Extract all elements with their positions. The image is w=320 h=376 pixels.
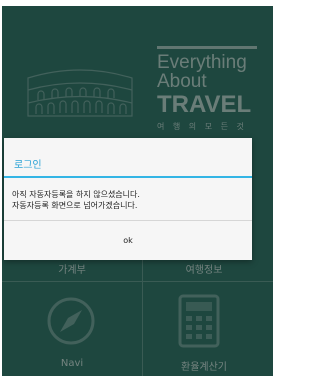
dialog-title-divider xyxy=(4,176,252,178)
dialog-message-line-1: 아직 자동자등록을 하지 않으셨습니다. xyxy=(12,190,140,199)
login-dialog: 로그인 아직 자동자등록을 하지 않으셨습니다. 자동자등록 화면으로 넘어가겠… xyxy=(4,138,252,260)
ok-button[interactable]: ok xyxy=(4,221,252,260)
app-screen: Everything About TRAVEL 여 행 의 모 든 것 가계부 … xyxy=(2,6,273,376)
dialog-message-line-2: 자동자등록 화면으로 넘어가겠습니다. xyxy=(12,201,138,210)
dialog-message: 아직 자동자등록을 하지 않으셨습니다. 자동자등록 화면으로 넘어가겠습니다. xyxy=(12,189,248,211)
dialog-title: 로그인 xyxy=(14,160,42,171)
